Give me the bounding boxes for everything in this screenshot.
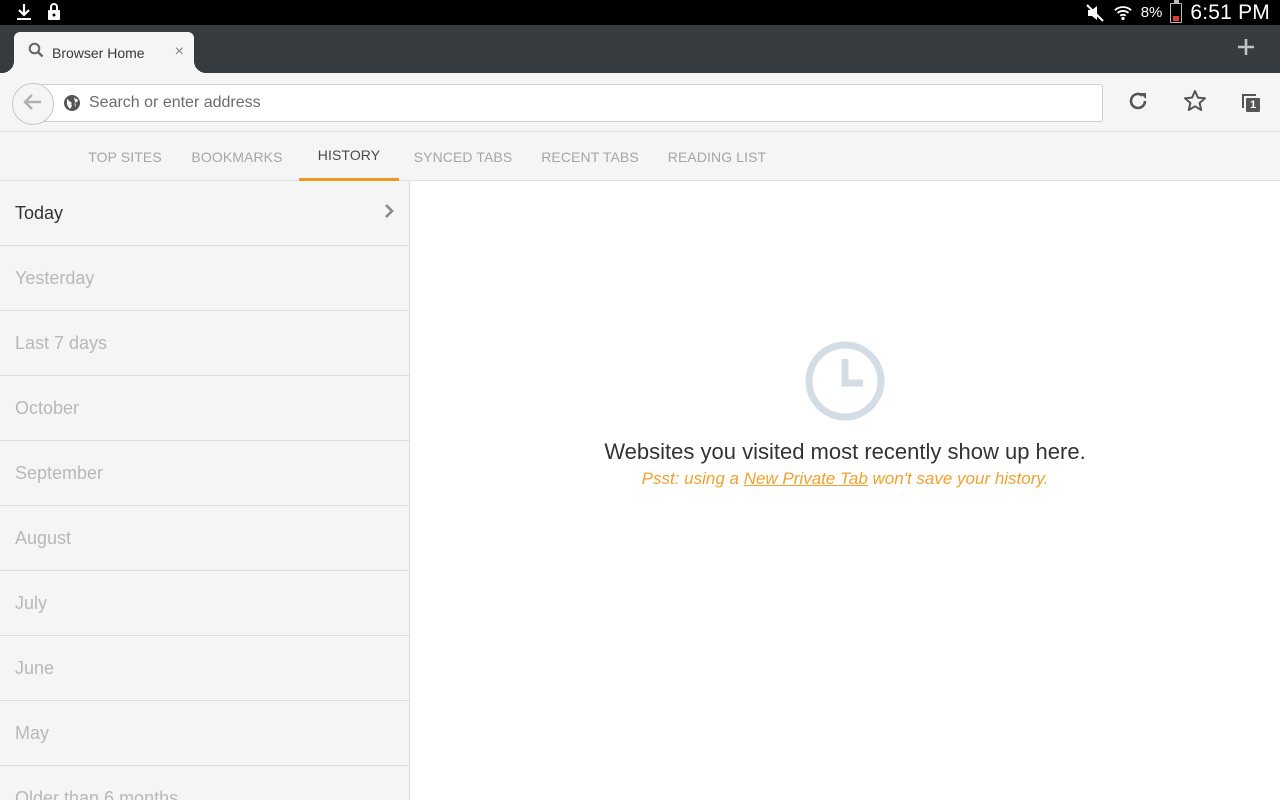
history-range-yesterday[interactable]: Yesterday bbox=[0, 246, 409, 311]
new-tab-button[interactable] bbox=[1232, 35, 1260, 63]
hint-suffix: won't save your history. bbox=[867, 469, 1049, 488]
tab-top-sites[interactable]: TOP SITES bbox=[73, 132, 177, 181]
history-range-label: Today bbox=[15, 202, 64, 223]
address-input[interactable] bbox=[89, 85, 1069, 121]
history-range-today[interactable]: Today bbox=[0, 181, 409, 246]
history-range-older[interactable]: Older than 6 months bbox=[0, 766, 409, 800]
plus-icon bbox=[1236, 37, 1256, 62]
history-range-last-7-days[interactable]: Last 7 days bbox=[0, 311, 409, 376]
back-arrow-icon bbox=[23, 93, 43, 116]
status-time: 6:51 PM bbox=[1190, 0, 1270, 24]
empty-state-title: Websites you visited most recently show … bbox=[604, 439, 1086, 464]
tabs-count: 1 bbox=[1249, 99, 1257, 111]
tabs-button[interactable]: 1 bbox=[1238, 90, 1264, 116]
tab-recent-tabs[interactable]: RECENT TABS bbox=[530, 132, 650, 181]
star-icon bbox=[1183, 89, 1207, 118]
history-range-august[interactable]: August bbox=[0, 506, 409, 571]
history-range-july[interactable]: July bbox=[0, 571, 409, 636]
home-panel-tabs: TOP SITES BOOKMARKS HISTORY SYNCED TABS … bbox=[0, 132, 1280, 181]
browser-tab[interactable]: Browser Home × bbox=[2, 32, 206, 73]
battery-icon bbox=[1170, 0, 1183, 23]
history-range-june[interactable]: June bbox=[0, 636, 409, 701]
history-range-september[interactable]: September bbox=[0, 441, 409, 506]
search-icon bbox=[28, 42, 44, 63]
history-range-october[interactable]: October bbox=[0, 376, 409, 441]
clock-icon bbox=[803, 339, 887, 428]
tab-reading-list[interactable]: READING LIST bbox=[658, 132, 776, 181]
globe-icon bbox=[63, 94, 81, 112]
battery-percent: 8% bbox=[1140, 4, 1163, 21]
tab-strip: Browser Home × bbox=[0, 25, 1280, 73]
chevron-right-icon bbox=[383, 203, 395, 224]
bookmark-button[interactable] bbox=[1182, 89, 1208, 118]
history-range-list: Today Yesterday Last 7 days October Sept… bbox=[0, 181, 410, 800]
hint-prefix: Psst: using a bbox=[641, 469, 744, 488]
back-button[interactable] bbox=[12, 83, 54, 125]
tab-bookmarks[interactable]: BOOKMARKS bbox=[180, 132, 294, 181]
empty-state-hint: Psst: using a New Private Tab won't save… bbox=[410, 469, 1280, 489]
history-range-may[interactable]: May bbox=[0, 701, 409, 766]
close-tab-icon[interactable]: × bbox=[175, 43, 184, 61]
lock-icon bbox=[44, 2, 64, 22]
mute-icon bbox=[1085, 3, 1105, 23]
reload-icon bbox=[1127, 90, 1149, 117]
tab-synced-tabs[interactable]: SYNCED TABS bbox=[404, 132, 522, 181]
wifi-icon bbox=[1113, 3, 1133, 23]
new-private-tab-link[interactable]: New Private Tab bbox=[744, 469, 868, 488]
reload-button[interactable] bbox=[1125, 90, 1151, 116]
tab-title: Browser Home bbox=[52, 44, 145, 61]
download-icon bbox=[14, 2, 34, 22]
tabs-counter-icon: 1 bbox=[1239, 91, 1263, 115]
status-bar: 8% 6:51 PM bbox=[0, 0, 1280, 25]
url-bar[interactable] bbox=[40, 84, 1103, 122]
browser-toolbar: 1 bbox=[0, 73, 1280, 132]
tab-history[interactable]: HISTORY bbox=[299, 132, 399, 181]
history-empty-state: Websites you visited most recently show … bbox=[410, 181, 1280, 800]
